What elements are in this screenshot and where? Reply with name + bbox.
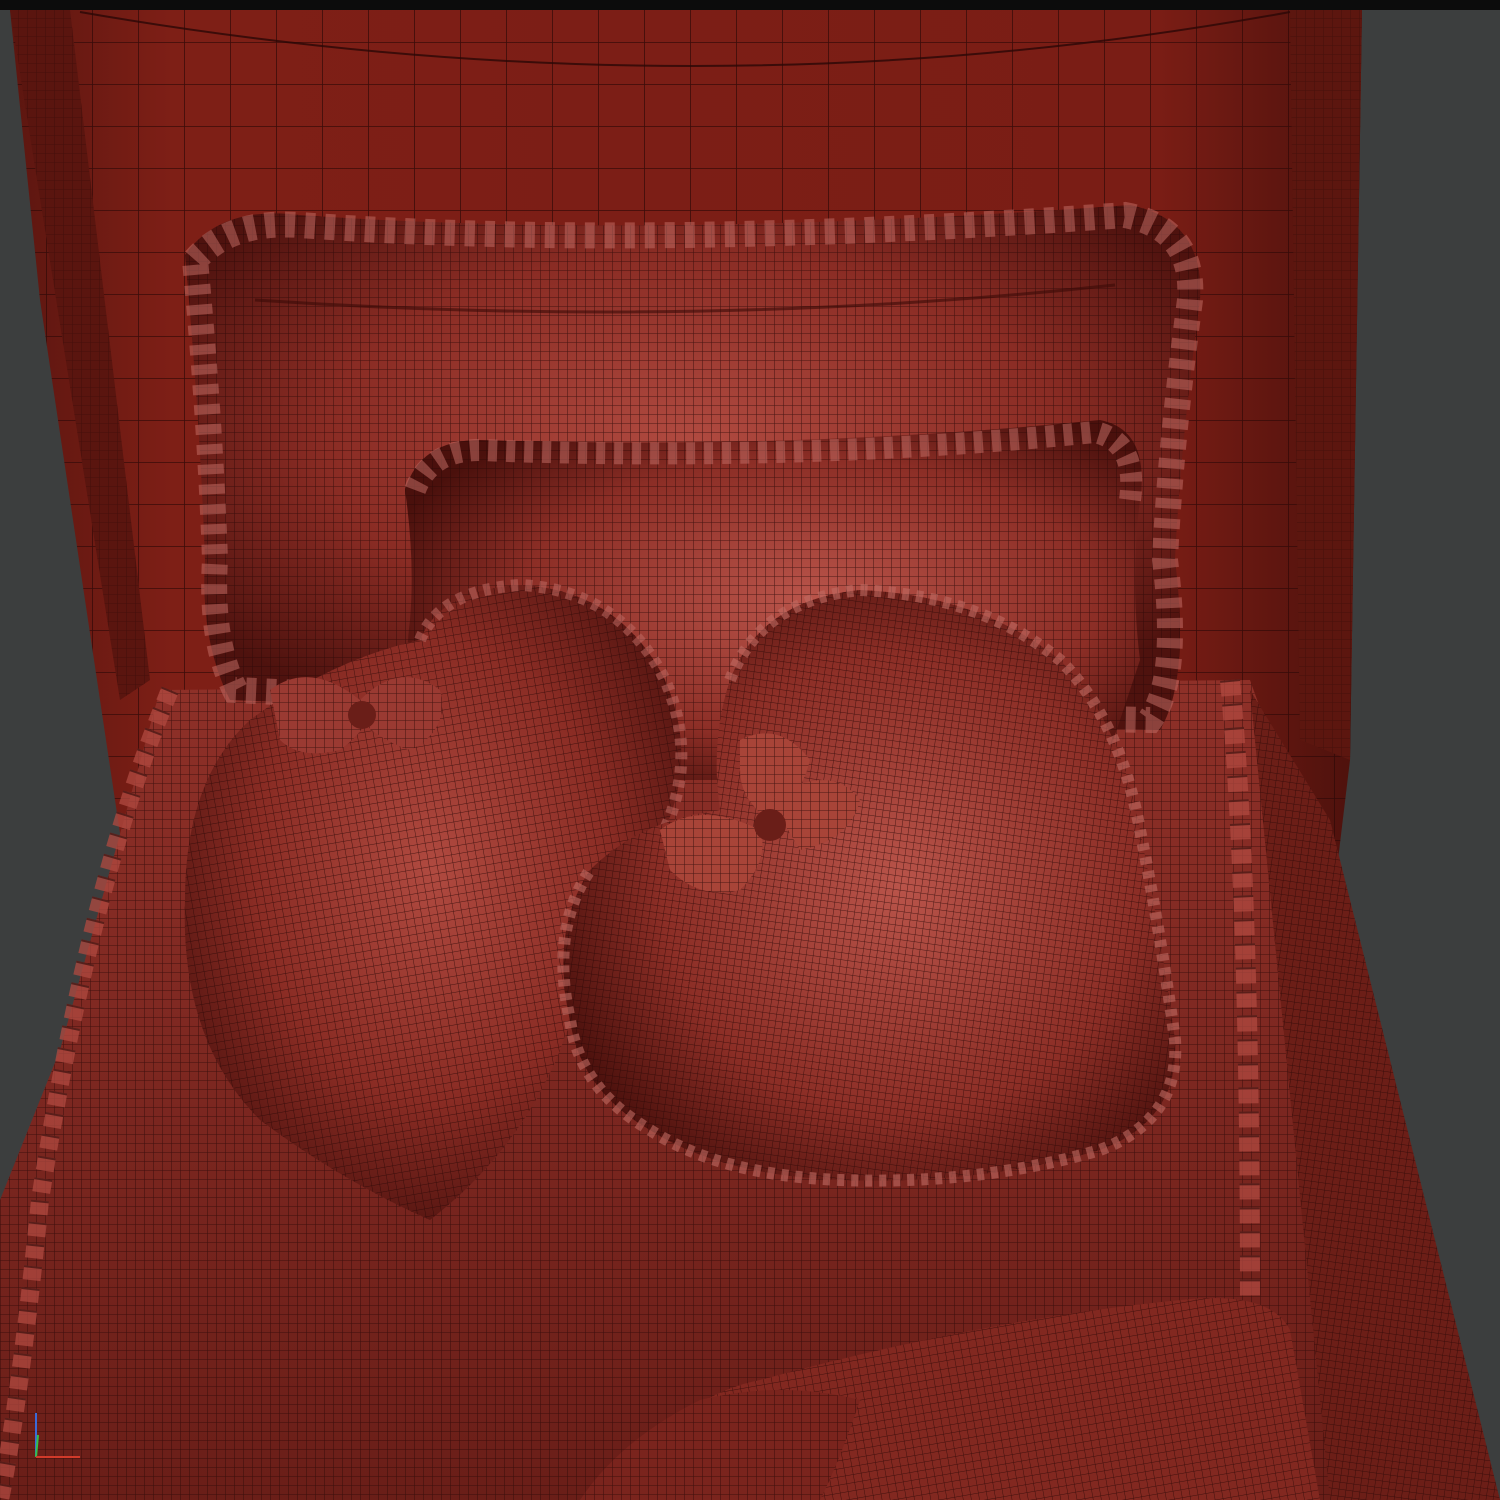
scene-render[interactable] [0,0,1500,1500]
axis-gizmo [35,1413,80,1458]
3d-viewport[interactable] [0,0,1500,1500]
